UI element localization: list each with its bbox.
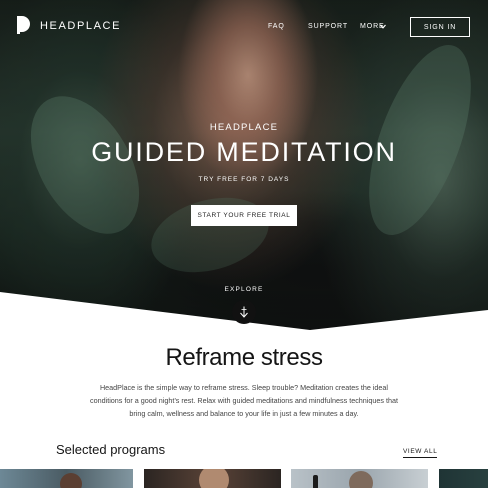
explore-button[interactable] — [232, 300, 256, 324]
program-card-image — [60, 473, 82, 488]
explore-label: EXPLORE — [224, 286, 264, 293]
hero-eyebrow: HEADPLACE — [209, 122, 279, 133]
program-card[interactable] — [0, 469, 133, 488]
intro-paragraph: HeadPlace is the simple way to reframe s… — [90, 383, 398, 418]
program-card-image — [349, 471, 373, 488]
program-card[interactable] — [144, 469, 281, 488]
nav-link-support[interactable]: SUPPORT — [308, 23, 348, 30]
program-card-image — [313, 475, 318, 488]
headplace-logo-icon[interactable] — [17, 16, 30, 34]
view-all-link[interactable]: VIEW ALL — [403, 448, 438, 458]
brand-name[interactable]: HEADPLACE — [40, 20, 121, 32]
nav-link-faq[interactable]: FAQ — [268, 23, 285, 30]
programs-heading: Selected programs — [56, 442, 166, 457]
section-title: Reframe stress — [165, 344, 323, 371]
arrow-down-icon — [240, 306, 248, 318]
hero-headline: GUIDED MEDITATION — [91, 137, 397, 167]
sign-in-button[interactable]: SIGN IN — [410, 17, 470, 37]
program-card[interactable] — [291, 469, 428, 488]
chevron-down-icon[interactable] — [380, 24, 386, 29]
top-navigation: HEADPLACE FAQ SUPPORT MORE SIGN IN — [0, 0, 488, 54]
program-card[interactable] — [439, 469, 488, 488]
hero-subline: TRY FREE FOR 7 DAYS — [198, 176, 290, 183]
program-card-image — [199, 469, 229, 488]
start-free-trial-button[interactable]: START YOUR FREE TRIAL — [191, 205, 297, 226]
